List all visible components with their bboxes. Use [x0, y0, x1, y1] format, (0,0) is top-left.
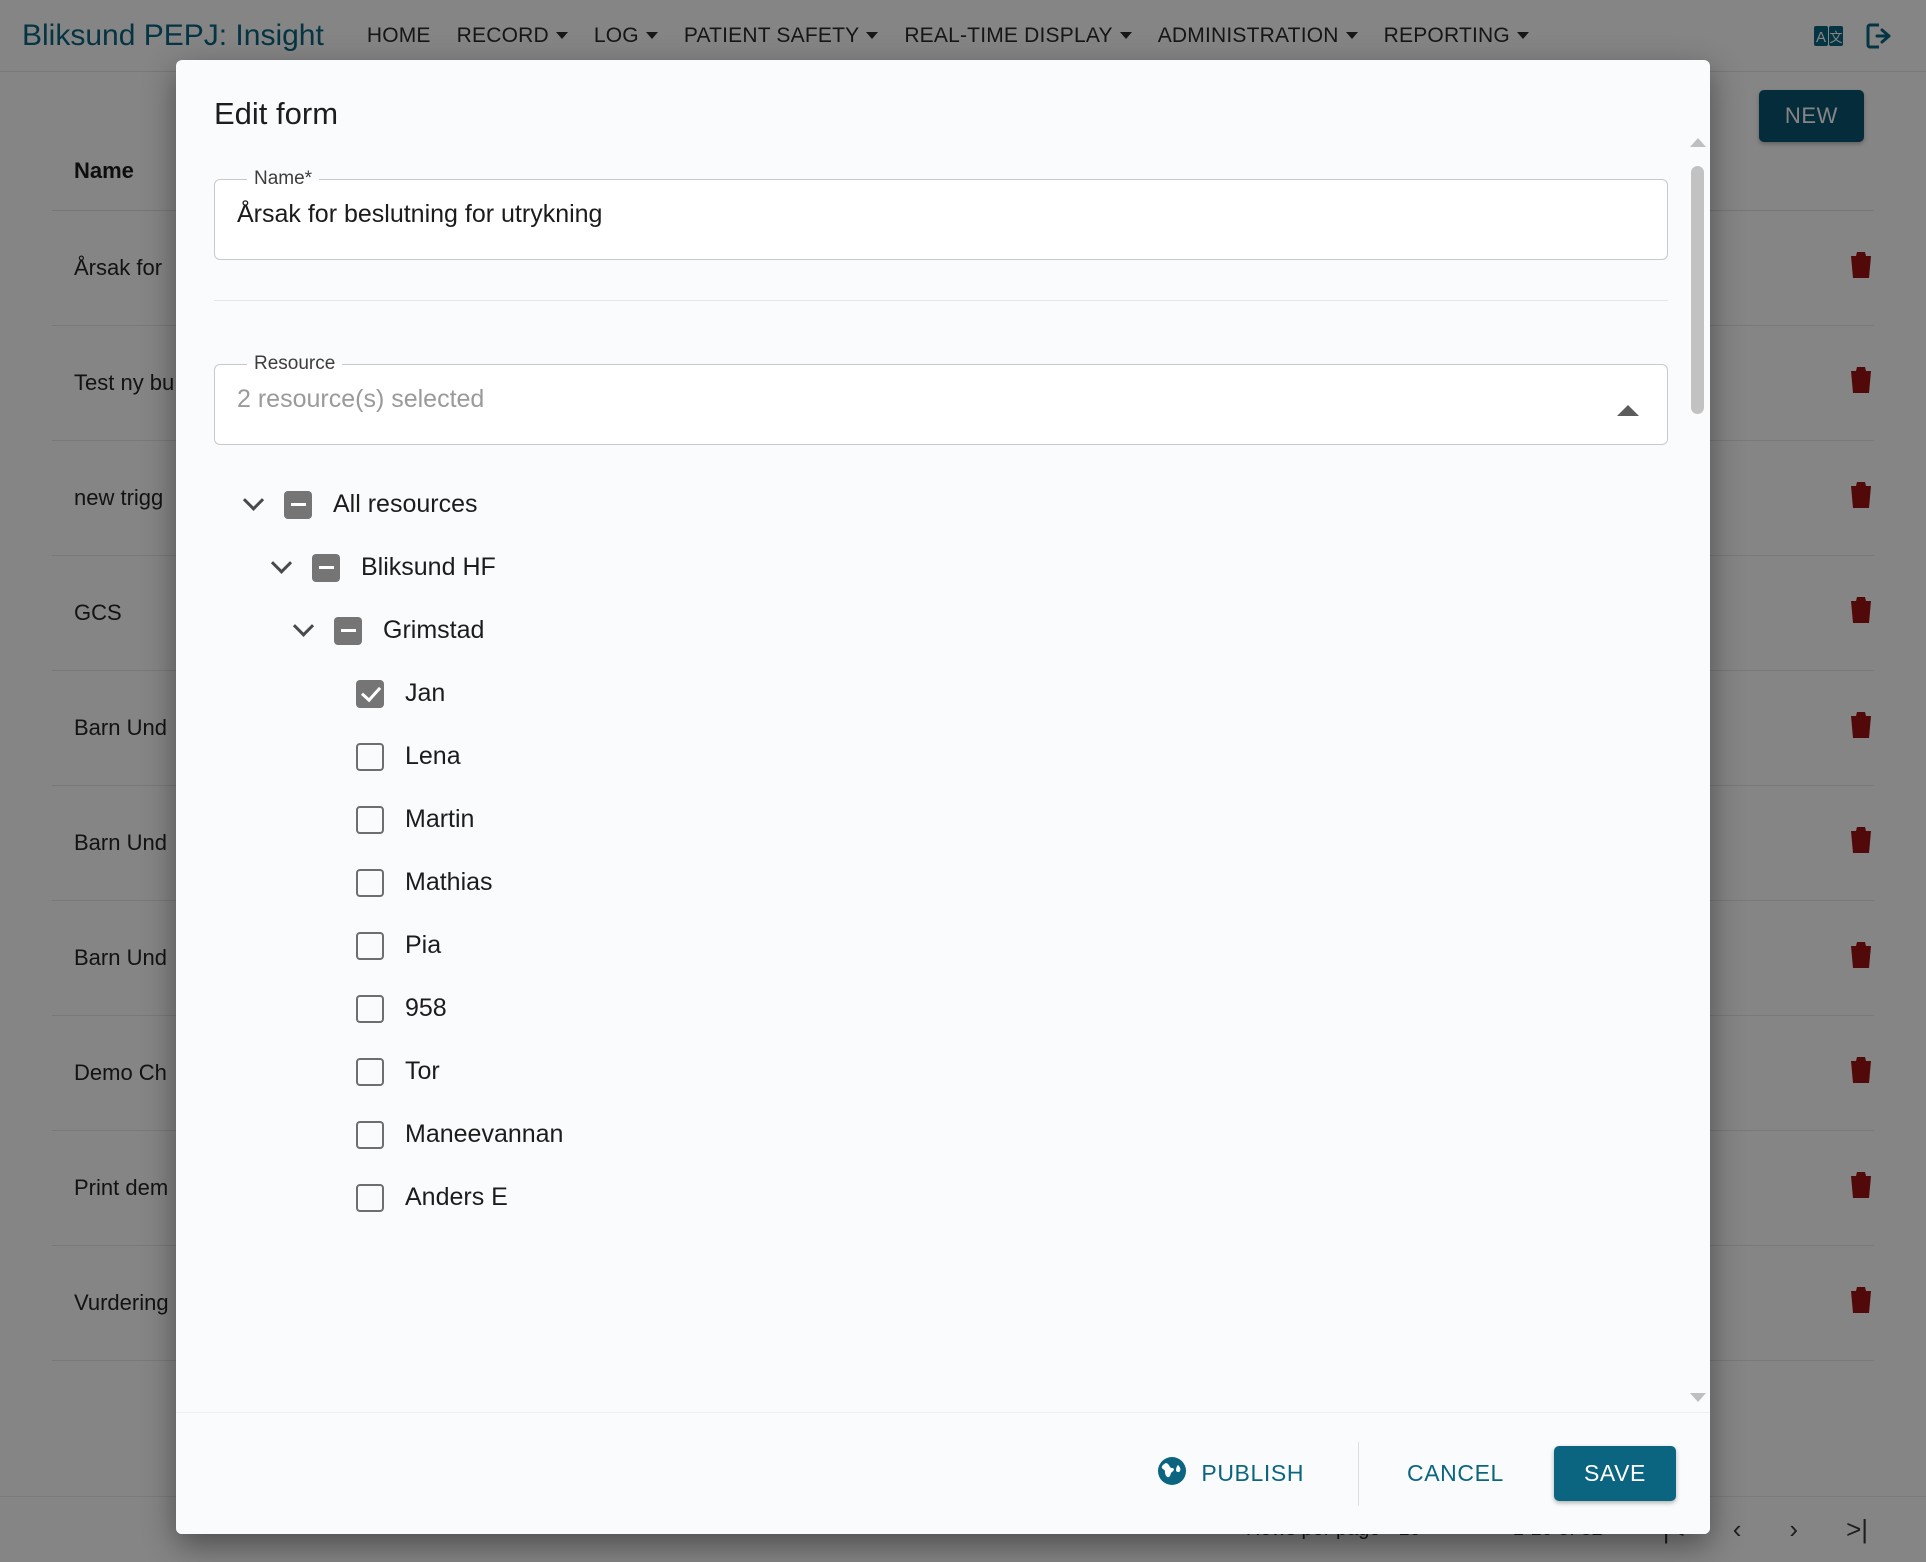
tree-node-label: Martin — [405, 805, 475, 833]
tree-node-label: 958 — [405, 994, 447, 1022]
tree-node-tor[interactable]: Tor — [214, 1040, 1668, 1103]
tree-node-martin[interactable]: Martin — [214, 788, 1668, 851]
checkbox-mathias[interactable] — [356, 868, 384, 897]
resource-select[interactable]: Resource 2 resource(s) selected — [214, 353, 1668, 445]
resource-selected-summary: 2 resource(s) selected — [237, 385, 485, 413]
tree-node-label: All resources — [333, 490, 478, 518]
edit-form-dialog: Edit form Name* Årsak for beslutning for… — [176, 60, 1710, 1534]
tree-node-all-resources[interactable]: All resources — [214, 473, 1668, 536]
checkbox-bliksund-hf[interactable] — [312, 553, 340, 582]
application-root: Bliksund PEPJ: Insight HOME RECORD LOG P… — [0, 0, 1926, 1562]
checkbox-maneevannan[interactable] — [356, 1120, 384, 1149]
checkbox-grimstad[interactable] — [334, 616, 362, 645]
globe-icon — [1157, 1456, 1187, 1492]
dialog-footer: PUBLISH CANCEL SAVE — [176, 1412, 1710, 1534]
publish-button-label: PUBLISH — [1201, 1460, 1305, 1486]
checkbox-jan[interactable] — [356, 679, 384, 708]
tree-node-label: Pia — [405, 931, 442, 959]
name-input[interactable]: Årsak for beslutning for utrykning — [237, 190, 1645, 263]
checkbox-pia[interactable] — [356, 931, 384, 960]
tree-node-lena[interactable]: Lena — [214, 725, 1668, 788]
dialog-scrollbar[interactable] — [1684, 132, 1710, 1412]
tree-node-label: Maneevannan — [405, 1120, 564, 1148]
footer-divider — [1358, 1441, 1360, 1506]
tree-node-label: Jan — [405, 679, 446, 707]
chevron-up-icon[interactable] — [1617, 405, 1639, 416]
chevron-down-icon[interactable] — [264, 551, 298, 585]
scroll-up-arrow-icon[interactable] — [1690, 138, 1706, 147]
tree-node-mathias[interactable]: Mathias — [214, 851, 1668, 914]
name-field-label: Name* — [254, 168, 313, 189]
dialog-title: Edit form — [214, 96, 339, 131]
tree-node-maneevannan[interactable]: Maneevannan — [214, 1103, 1668, 1166]
tree-node-label: Tor — [405, 1057, 440, 1085]
checkbox-martin[interactable] — [356, 805, 384, 834]
tree-node-pia[interactable]: Pia — [214, 914, 1668, 977]
tree-node-label: Anders E — [405, 1183, 508, 1211]
field-divider — [214, 300, 1668, 301]
tree-node-bliksund-hf[interactable]: Bliksund HF — [214, 536, 1668, 599]
dialog-body: Name* Årsak for beslutning for utrykning… — [176, 132, 1710, 1412]
scroll-down-arrow-icon[interactable] — [1690, 1393, 1706, 1402]
tree-node-label: Lena — [405, 742, 461, 770]
scrollbar-thumb[interactable] — [1691, 166, 1704, 414]
publish-button[interactable]: PUBLISH — [1141, 1444, 1320, 1504]
checkbox-all-resources[interactable] — [284, 490, 312, 519]
checkbox-tor[interactable] — [356, 1057, 384, 1086]
tree-node-label: Mathias — [405, 868, 493, 896]
chevron-down-icon[interactable] — [286, 614, 320, 648]
chevron-down-icon[interactable] — [236, 488, 270, 522]
resource-tree: All resources Bliksund HF Grimstad Jan L… — [214, 445, 1668, 1229]
name-field[interactable]: Name* Årsak for beslutning for utrykning — [214, 168, 1668, 260]
tree-node-958[interactable]: 958 — [214, 977, 1668, 1040]
tree-node-label: Bliksund HF — [361, 553, 496, 581]
tree-node-anders-e[interactable]: Anders E — [214, 1166, 1668, 1229]
resource-field-label: Resource — [254, 353, 336, 374]
save-button[interactable]: SAVE — [1553, 1446, 1676, 1501]
tree-node-jan[interactable]: Jan — [214, 662, 1668, 725]
tree-node-label: Grimstad — [383, 616, 485, 644]
checkbox-958[interactable] — [356, 994, 384, 1023]
checkbox-anders-e[interactable] — [356, 1183, 384, 1212]
cancel-button[interactable]: CANCEL — [1385, 1448, 1526, 1499]
checkbox-lena[interactable] — [356, 742, 384, 771]
tree-node-grimstad[interactable]: Grimstad — [214, 599, 1668, 662]
